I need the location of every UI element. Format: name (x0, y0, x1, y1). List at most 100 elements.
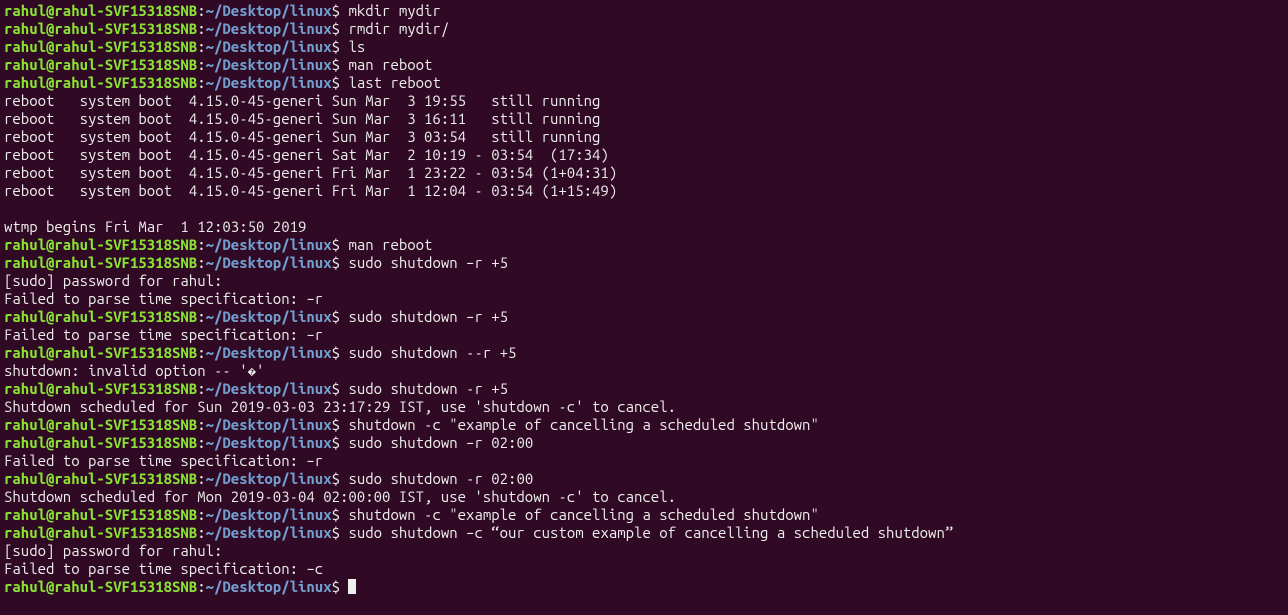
prompt-path: ~/Desktop/linux (206, 254, 332, 271)
prompt-path: ~/Desktop/linux (206, 470, 332, 487)
output-text: wtmp begins Fri Mar 1 12:03:50 2019 (4, 218, 306, 235)
prompt-line: rahul@rahul-SVF15318SNB:~/Desktop/linux$… (4, 20, 1284, 38)
prompt-user: rahul@rahul-SVF15318SNB (4, 308, 197, 325)
command-text: sudo shutdown -r +5 (348, 380, 508, 397)
output-text: reboot system boot 4.15.0-45-generi Fri … (4, 164, 617, 181)
output-line: reboot system boot 4.15.0-45-generi Sun … (4, 92, 1284, 110)
prompt-colon: : (197, 236, 205, 253)
prompt-path: ~/Desktop/linux (206, 524, 332, 541)
command-text: sudo shutdown –r 02:00 (348, 434, 533, 451)
output-text: reboot system boot 4.15.0-45-generi Sun … (4, 92, 600, 109)
prompt-user: rahul@rahul-SVF15318SNB (4, 524, 197, 541)
command-text: sudo shutdown –r +5 (348, 254, 508, 271)
prompt-colon: : (197, 470, 205, 487)
prompt-dollar: $ (332, 236, 349, 253)
prompt-colon: : (197, 308, 205, 325)
command-text: man reboot (348, 56, 432, 73)
prompt-user: rahul@rahul-SVF15318SNB (4, 254, 197, 271)
output-line: Failed to parse time specification: –r (4, 290, 1284, 308)
output-text: [sudo] password for rahul: (4, 272, 231, 289)
output-line: shutdown: invalid option -- '�' (4, 362, 1284, 380)
prompt-dollar: $ (332, 2, 349, 19)
prompt-path: ~/Desktop/linux (206, 38, 332, 55)
prompt-dollar: $ (332, 380, 349, 397)
prompt-user: rahul@rahul-SVF15318SNB (4, 56, 197, 73)
prompt-line: rahul@rahul-SVF15318SNB:~/Desktop/linux$… (4, 56, 1284, 74)
prompt-path: ~/Desktop/linux (206, 380, 332, 397)
output-line: reboot system boot 4.15.0-45-generi Sat … (4, 146, 1284, 164)
prompt-path: ~/Desktop/linux (206, 56, 332, 73)
prompt-line: rahul@rahul-SVF15318SNB:~/Desktop/linux$… (4, 2, 1284, 20)
output-line (4, 200, 1284, 218)
command-text: sudo shutdown –c “our custom example of … (348, 524, 953, 541)
prompt-line: rahul@rahul-SVF15318SNB:~/Desktop/linux$… (4, 74, 1284, 92)
prompt-dollar: $ (332, 20, 349, 37)
prompt-line: rahul@rahul-SVF15318SNB:~/Desktop/linux$… (4, 434, 1284, 452)
prompt-line: rahul@rahul-SVF15318SNB:~/Desktop/linux$ (4, 578, 1284, 596)
prompt-colon: : (197, 380, 205, 397)
prompt-path: ~/Desktop/linux (206, 578, 332, 595)
output-line: wtmp begins Fri Mar 1 12:03:50 2019 (4, 218, 1284, 236)
command-text: last reboot (348, 74, 440, 91)
output-line: Failed to parse time specification: –r (4, 326, 1284, 344)
output-text: [sudo] password for rahul: (4, 542, 231, 559)
prompt-path: ~/Desktop/linux (206, 236, 332, 253)
prompt-dollar: $ (332, 578, 349, 595)
output-text: Shutdown scheduled for Sun 2019-03-03 23… (4, 398, 676, 415)
output-line: reboot system boot 4.15.0-45-generi Sun … (4, 128, 1284, 146)
prompt-user: rahul@rahul-SVF15318SNB (4, 470, 197, 487)
prompt-dollar: $ (332, 506, 349, 523)
prompt-path: ~/Desktop/linux (206, 74, 332, 91)
prompt-line: rahul@rahul-SVF15318SNB:~/Desktop/linux$… (4, 416, 1284, 434)
command-text: man reboot (348, 236, 432, 253)
prompt-line: rahul@rahul-SVF15318SNB:~/Desktop/linux$… (4, 524, 1284, 542)
prompt-path: ~/Desktop/linux (206, 308, 332, 325)
prompt-dollar: $ (332, 74, 349, 91)
prompt-colon: : (197, 344, 205, 361)
prompt-user: rahul@rahul-SVF15318SNB (4, 416, 197, 433)
prompt-dollar: $ (332, 308, 349, 325)
prompt-user: rahul@rahul-SVF15318SNB (4, 578, 197, 595)
prompt-line: rahul@rahul-SVF15318SNB:~/Desktop/linux$… (4, 344, 1284, 362)
command-text: rmdir mydir/ (348, 20, 449, 37)
prompt-path: ~/Desktop/linux (206, 344, 332, 361)
prompt-user: rahul@rahul-SVF15318SNB (4, 38, 197, 55)
output-text: shutdown: invalid option -- '�' (4, 362, 264, 379)
output-text: Failed to parse time specification: –r (4, 326, 323, 343)
output-line: Failed to parse time specification: –r (4, 452, 1284, 470)
cursor (348, 579, 356, 594)
output-text: Shutdown scheduled for Mon 2019-03-04 02… (4, 488, 676, 505)
output-line: reboot system boot 4.15.0-45-generi Sun … (4, 110, 1284, 128)
prompt-colon: : (197, 56, 205, 73)
prompt-line: rahul@rahul-SVF15318SNB:~/Desktop/linux$… (4, 236, 1284, 254)
output-line: [sudo] password for rahul: (4, 272, 1284, 290)
prompt-line: rahul@rahul-SVF15318SNB:~/Desktop/linux$… (4, 470, 1284, 488)
prompt-colon: : (197, 434, 205, 451)
prompt-user: rahul@rahul-SVF15318SNB (4, 2, 197, 19)
prompt-line: rahul@rahul-SVF15318SNB:~/Desktop/linux$… (4, 380, 1284, 398)
prompt-dollar: $ (332, 254, 349, 271)
command-text: shutdown -c "example of cancelling a sch… (348, 416, 818, 433)
prompt-colon: : (197, 254, 205, 271)
prompt-user: rahul@rahul-SVF15318SNB (4, 380, 197, 397)
output-line: [sudo] password for rahul: (4, 542, 1284, 560)
prompt-colon: : (197, 506, 205, 523)
prompt-colon: : (197, 524, 205, 541)
prompt-dollar: $ (332, 434, 349, 451)
output-text: reboot system boot 4.15.0-45-generi Sun … (4, 128, 600, 145)
prompt-path: ~/Desktop/linux (206, 434, 332, 451)
output-text: reboot system boot 4.15.0-45-generi Sun … (4, 110, 600, 127)
prompt-dollar: $ (332, 416, 349, 433)
prompt-dollar: $ (332, 344, 349, 361)
prompt-dollar: $ (332, 38, 349, 55)
command-text: mkdir mydir (348, 2, 440, 19)
output-text: Failed to parse time specification: –r (4, 452, 323, 469)
prompt-colon: : (197, 20, 205, 37)
prompt-line: rahul@rahul-SVF15318SNB:~/Desktop/linux$… (4, 308, 1284, 326)
terminal[interactable]: rahul@rahul-SVF15318SNB:~/Desktop/linux$… (0, 0, 1288, 598)
command-text: sudo shutdown –r +5 (348, 308, 508, 325)
prompt-colon: : (197, 74, 205, 91)
prompt-colon: : (197, 416, 205, 433)
prompt-colon: : (197, 578, 205, 595)
prompt-colon: : (197, 2, 205, 19)
